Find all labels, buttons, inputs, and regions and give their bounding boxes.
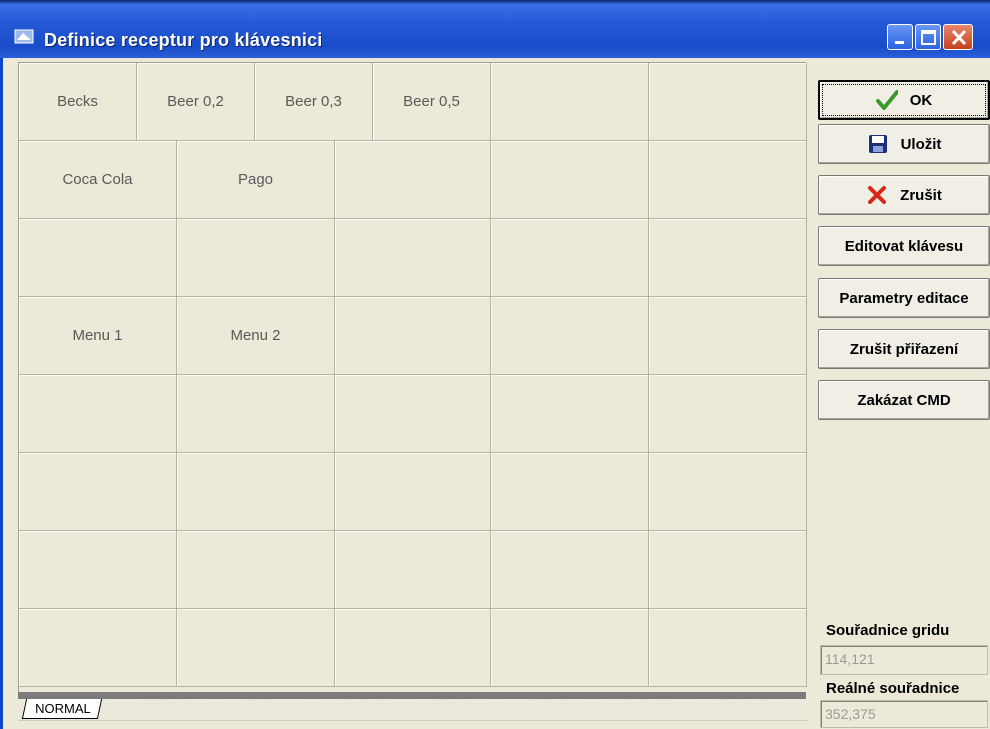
- grid-key[interactable]: [491, 609, 649, 687]
- grid-key[interactable]: [491, 375, 649, 453]
- grid-key[interactable]: [491, 141, 649, 219]
- maximize-button[interactable]: [915, 24, 941, 50]
- ok-label: OK: [909, 91, 933, 109]
- grid-key[interactable]: Beer 0,2: [137, 63, 255, 141]
- real-coordinates-field: 352,375: [820, 700, 988, 728]
- grid-key[interactable]: [335, 141, 491, 219]
- grid-key[interactable]: [177, 531, 335, 609]
- edit-params-label: Parametry editace: [839, 289, 969, 307]
- grid-key[interactable]: [335, 453, 491, 531]
- grid-divider: [18, 692, 806, 699]
- close-button[interactable]: [943, 24, 973, 50]
- sheet-tab-bar: NORMAL: [18, 699, 808, 721]
- edit-key-label: Editovat klávesu: [844, 237, 964, 255]
- minimize-icon: [895, 41, 904, 44]
- window-title: Definice receptur pro klávesnici: [44, 30, 323, 50]
- grid-key[interactable]: Pago: [177, 141, 335, 219]
- unassign-label: Zrušit přiřazení: [849, 340, 959, 358]
- grid-key[interactable]: [649, 219, 807, 297]
- ok-button[interactable]: OK: [818, 80, 990, 120]
- grid-key[interactable]: [19, 219, 177, 297]
- floppy-disk-icon: [868, 135, 887, 153]
- grid-key[interactable]: Menu 2: [177, 297, 335, 375]
- disable-cmd-button[interactable]: Zakázat CMD: [818, 380, 990, 420]
- key-grid: Becks Beer 0,2 Beer 0,3 Beer 0,5 Coca Cola Pa…: [18, 62, 807, 694]
- grid-key[interactable]: [177, 219, 335, 297]
- cancel-button[interactable]: Zrušit: [818, 175, 990, 215]
- save-label: Uložit: [900, 135, 942, 153]
- close-x-icon: [868, 186, 887, 204]
- grid-key[interactable]: [649, 375, 807, 453]
- grid-key[interactable]: [19, 375, 177, 453]
- grid-key[interactable]: Beer 0,3: [255, 63, 373, 141]
- edit-key-button[interactable]: Editovat klávesu: [818, 226, 990, 266]
- grid-key[interactable]: [177, 375, 335, 453]
- unassign-button[interactable]: Zrušit přiřazení: [818, 329, 990, 369]
- save-button[interactable]: Uložit: [818, 124, 990, 164]
- grid-key[interactable]: [335, 297, 491, 375]
- grid-key[interactable]: [19, 453, 177, 531]
- grid-key[interactable]: [649, 531, 807, 609]
- grid-key[interactable]: [491, 531, 649, 609]
- cancel-label: Zrušit: [900, 186, 942, 204]
- grid-key[interactable]: [491, 453, 649, 531]
- grid-key[interactable]: [177, 453, 335, 531]
- grid-key[interactable]: Becks: [19, 63, 137, 141]
- grid-key[interactable]: [19, 609, 177, 687]
- grid-coordinates-label: Souřadnice gridu: [826, 622, 950, 639]
- checkmark-icon: [875, 90, 898, 110]
- app-icon: [14, 29, 34, 44]
- grid-key[interactable]: [335, 375, 491, 453]
- grid-key[interactable]: [491, 63, 649, 141]
- close-icon: [951, 29, 967, 46]
- real-coordinates-label: Reálné souřadnice: [826, 680, 960, 697]
- grid-key[interactable]: [335, 531, 491, 609]
- grid-key[interactable]: [649, 609, 807, 687]
- grid-key[interactable]: [19, 531, 177, 609]
- grid-key[interactable]: Coca Cola: [19, 141, 177, 219]
- maximize-icon: [921, 30, 936, 45]
- grid-key[interactable]: [649, 297, 807, 375]
- grid-key[interactable]: [649, 141, 807, 219]
- grid-key[interactable]: [491, 297, 649, 375]
- title-bar: Definice receptur pro klávesnici: [0, 0, 990, 58]
- grid-key[interactable]: [649, 453, 807, 531]
- grid-key[interactable]: Menu 1: [19, 297, 177, 375]
- edit-params-button[interactable]: Parametry editace: [818, 278, 990, 318]
- grid-key[interactable]: [335, 219, 491, 297]
- grid-key[interactable]: [649, 63, 807, 141]
- grid-key[interactable]: [491, 219, 649, 297]
- disable-cmd-label: Zakázat CMD: [857, 391, 951, 409]
- grid-key[interactable]: [335, 609, 491, 687]
- minimize-button[interactable]: [887, 24, 913, 50]
- grid-coordinates-field: 114,121: [820, 645, 988, 675]
- grid-key[interactable]: Beer 0,5: [373, 63, 491, 141]
- grid-key[interactable]: [177, 609, 335, 687]
- tab-normal[interactable]: NORMAL: [21, 699, 102, 719]
